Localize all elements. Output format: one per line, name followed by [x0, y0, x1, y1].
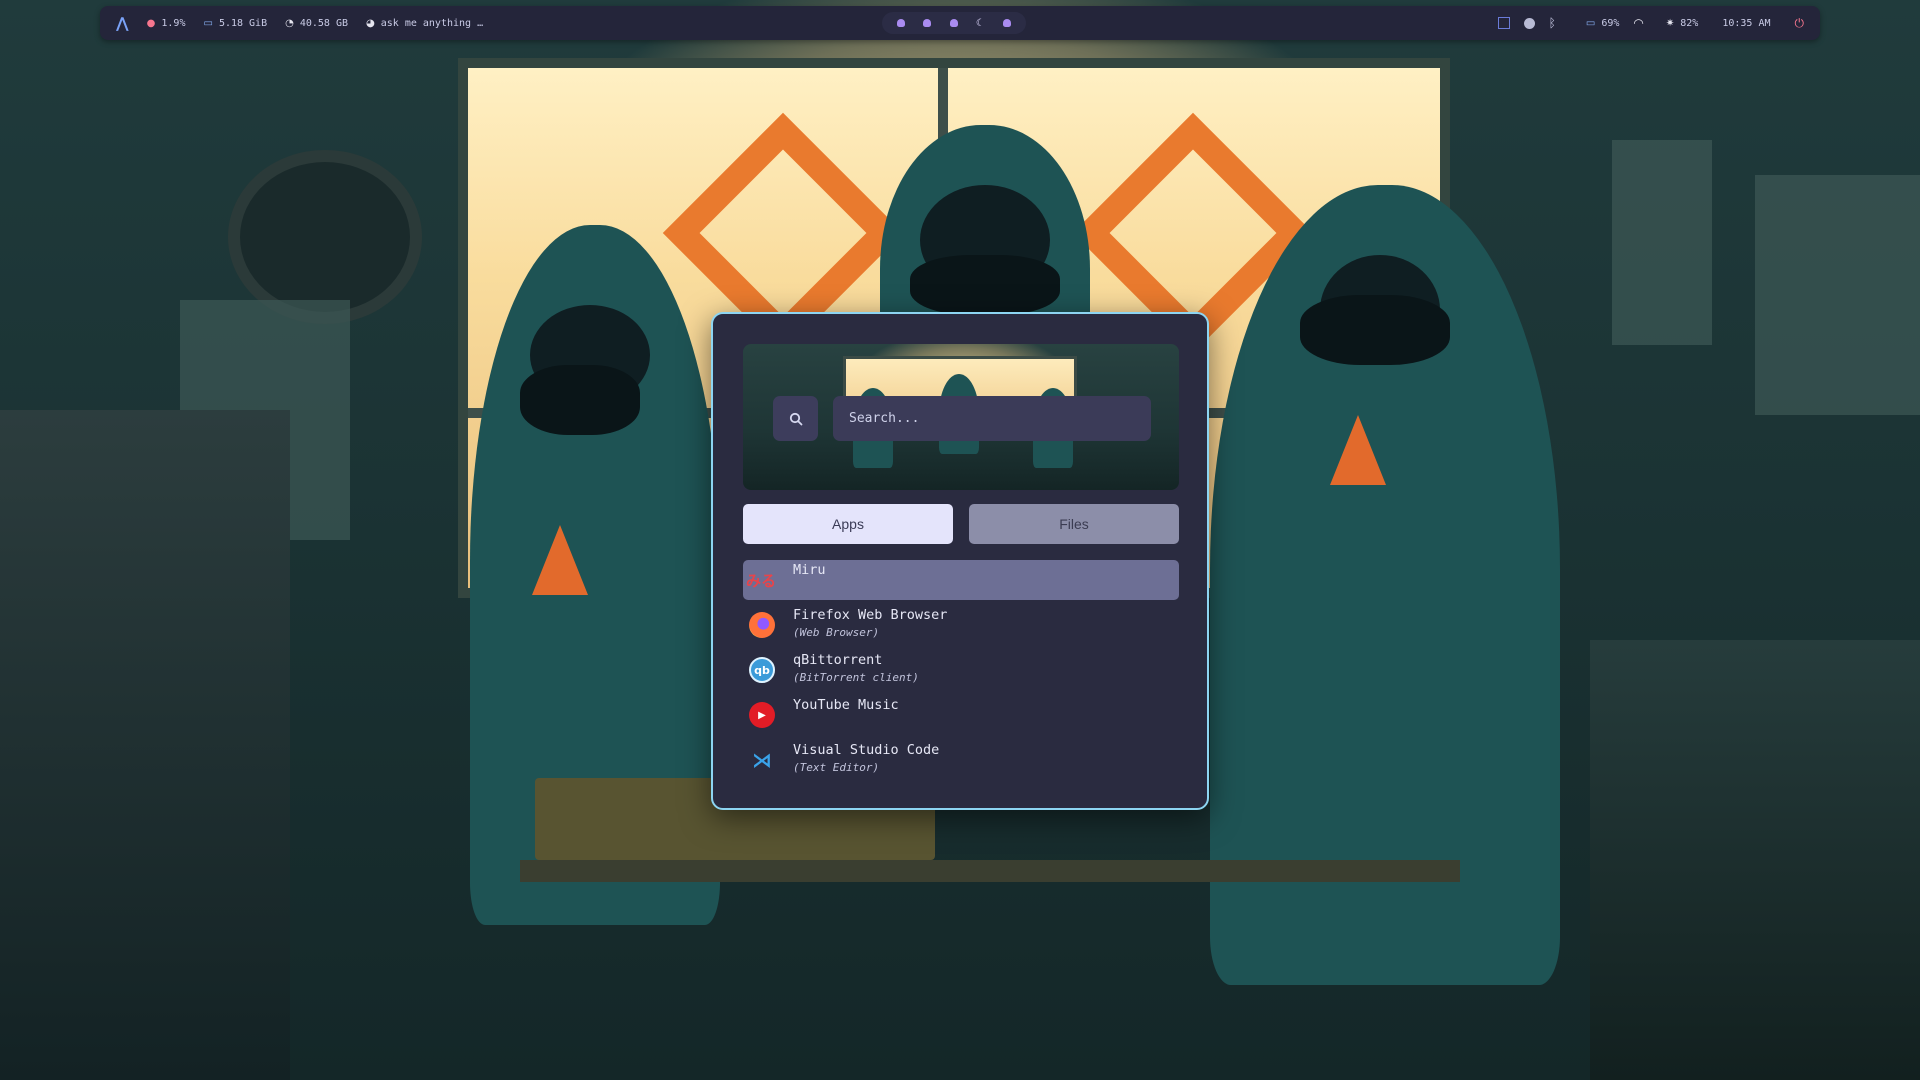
workspace-2-icon[interactable]	[923, 19, 932, 27]
search-icon	[789, 412, 802, 425]
qbittorrent-icon: qb	[749, 657, 775, 683]
app-item-youtube-music[interactable]: ▶ YouTube Music	[743, 695, 1179, 735]
battery-status[interactable]: ▭ 69%	[1586, 18, 1620, 29]
disk-value: 40.58 GB	[299, 17, 349, 29]
tray-disc-icon[interactable]	[1523, 17, 1535, 29]
assistant-text: ask me anything …	[380, 17, 484, 29]
app-description: (Web Browser)	[793, 626, 880, 639]
app-name: Firefox Web Browser	[793, 607, 948, 623]
app-item-firefox[interactable]: Firefox Web Browser (Web Browser)	[743, 605, 1179, 645]
vscode-icon: ⋊	[752, 748, 772, 772]
workspace-switcher: ☾	[882, 12, 1026, 34]
memory-usage[interactable]: ▭ 5.18 GiB	[203, 18, 267, 29]
top-bar-left: ⋀ ● 1.9% ▭ 5.18 GiB ◔ 40.58 GB ◕ ask me …	[100, 6, 483, 40]
machinery-silhouette	[0, 410, 290, 1080]
tab-files[interactable]: Files	[969, 504, 1179, 544]
tray-app-icon[interactable]	[1497, 17, 1510, 29]
clock[interactable]: 10:35 AM	[1722, 18, 1770, 29]
app-item-miru[interactable]: みる Miru	[743, 560, 1179, 600]
app-list: みる Miru Firefox Web Browser (Web Browser…	[743, 560, 1179, 785]
disk-usage[interactable]: ◔ 40.58 GB	[285, 18, 348, 29]
workspace-3-icon[interactable]	[949, 19, 958, 27]
app-name: Visual Studio Code	[793, 742, 940, 758]
assistant-icon: ◕	[366, 17, 375, 29]
brightness-status[interactable]: ✷ 82%	[1666, 18, 1698, 29]
app-name: qBittorrent	[793, 652, 883, 668]
brightness-icon: ✷	[1665, 17, 1675, 29]
app-name: Miru	[793, 562, 826, 578]
bluetooth-icon[interactable]: ᛒ	[1549, 16, 1556, 30]
cpu-usage[interactable]: ● 1.9%	[147, 18, 186, 29]
wall-poster	[1755, 175, 1920, 415]
tab-apps[interactable]: Apps	[743, 504, 953, 544]
top-bar: ⋀ ● 1.9% ▭ 5.18 GiB ◔ 40.58 GB ◕ ask me …	[100, 6, 1820, 40]
app-description: (BitTorrent client)	[793, 671, 919, 684]
miru-icon: みる	[745, 571, 776, 590]
table	[520, 860, 1460, 882]
app-name: YouTube Music	[793, 697, 899, 713]
app-item-qbittorrent[interactable]: qb qBittorrent (BitTorrent client)	[743, 650, 1179, 690]
wifi-icon[interactable]: ◠	[1633, 16, 1643, 30]
workspace-1-icon[interactable]	[897, 19, 906, 27]
battery-icon: ▭	[1585, 17, 1596, 29]
disk-icon: ◔	[285, 17, 294, 29]
workspace-active-moon-icon[interactable]: ☾	[976, 18, 985, 29]
search-input[interactable]	[833, 396, 1151, 441]
power-icon[interactable]: ⏻	[1795, 16, 1805, 31]
clock-time: 10:35 AM	[1722, 17, 1771, 29]
tab-files-label: Files	[1059, 516, 1089, 532]
top-bar-right: ᛒ ▭ 69% ◠ ✷ 82% 10:35 AM ⏻	[1497, 6, 1820, 40]
brightness-value: 82%	[1680, 17, 1699, 29]
clutter-silhouette	[1590, 640, 1920, 1080]
search-button[interactable]	[773, 396, 818, 441]
app-item-vscode[interactable]: ⋊ Visual Studio Code (Text Editor)	[743, 740, 1179, 780]
cpu-icon: ●	[146, 17, 156, 29]
app-launcher: Apps Files みる Miru Firefox Web Browser (…	[711, 312, 1209, 810]
wall-poster	[1612, 140, 1712, 345]
tab-apps-label: Apps	[832, 516, 864, 532]
youtube-music-icon: ▶	[749, 702, 775, 728]
arch-logo-icon[interactable]: ⋀	[116, 14, 129, 32]
workspace-5-icon[interactable]	[1002, 19, 1011, 27]
firefox-icon	[749, 612, 775, 638]
battery-value: 69%	[1601, 17, 1620, 29]
cpu-value: 1.9%	[161, 17, 186, 29]
memory-icon: ▭	[203, 17, 213, 29]
assistant-prompt[interactable]: ◕ ask me anything …	[366, 18, 483, 29]
app-description: (Text Editor)	[793, 761, 880, 774]
wall-clock-decoration	[228, 150, 422, 324]
memory-value: 5.18 GiB	[218, 17, 268, 29]
